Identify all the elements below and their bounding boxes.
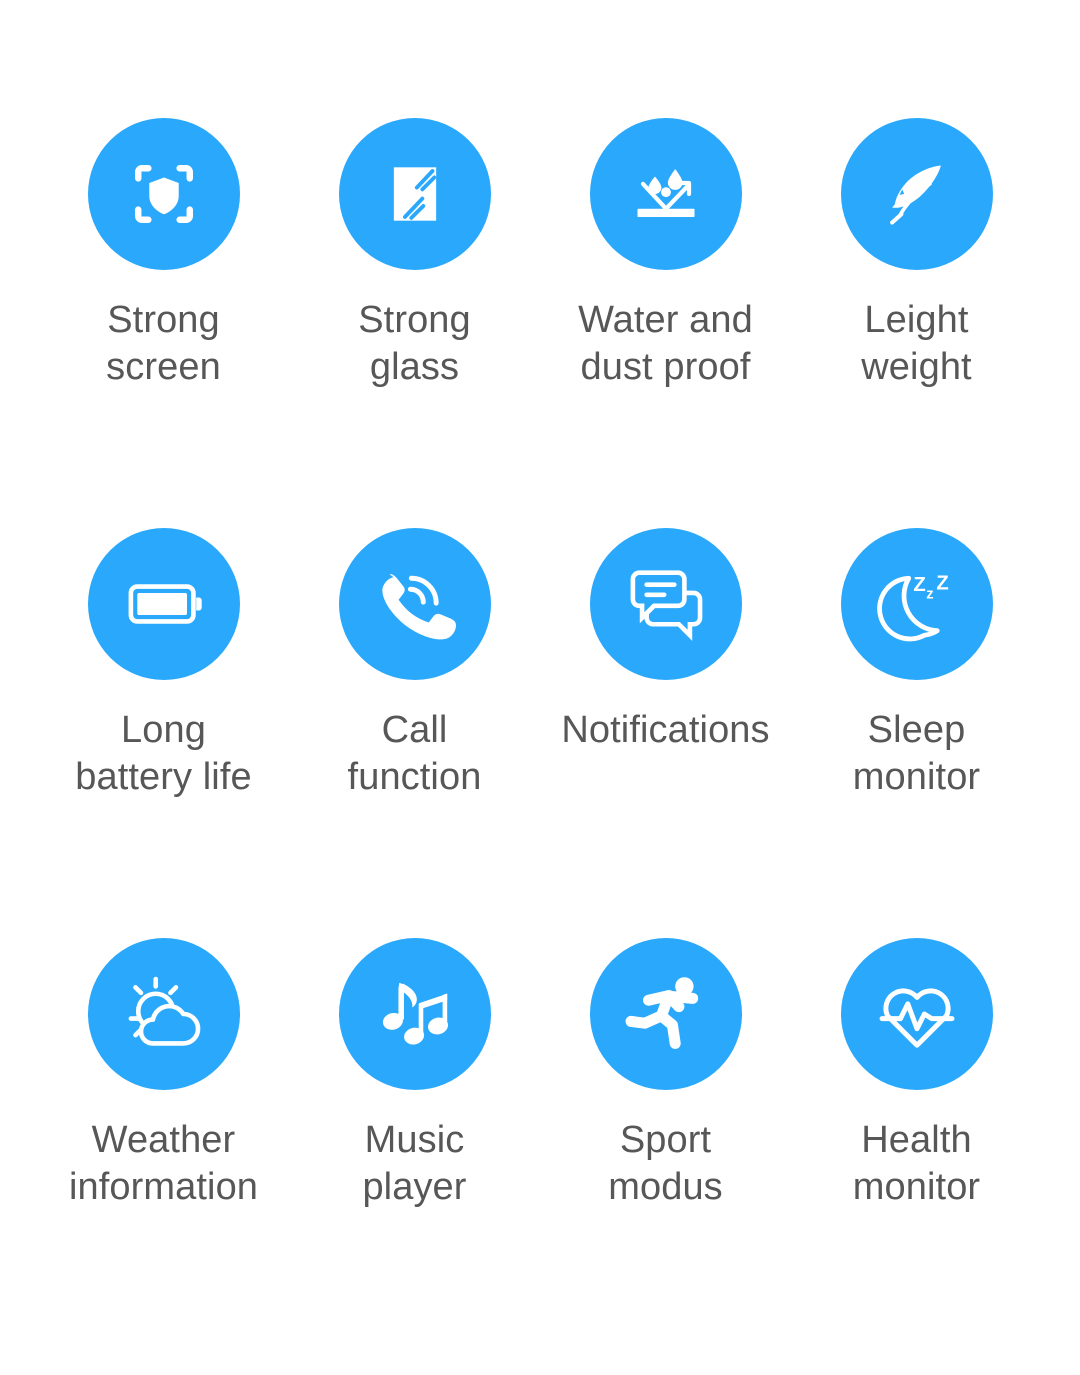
feature-item-music-player: Music player	[289, 938, 540, 1348]
feature-label: Health monitor	[852, 1119, 981, 1208]
icon-badge	[338, 118, 491, 270]
feature-item-call-function: Call function	[289, 528, 540, 938]
feature-label: Weather information	[68, 1119, 259, 1208]
svg-text:Z: Z	[913, 574, 925, 596]
glass-pane-icon	[393, 167, 436, 221]
heart-pulse-icon	[879, 988, 954, 1048]
icon-badge	[87, 118, 240, 270]
icon-badge	[840, 938, 993, 1090]
feature-label: Sleep monitor	[852, 709, 981, 798]
feature-item-notifications: Notifications	[540, 528, 791, 938]
sun-cloud-icon	[128, 976, 200, 1046]
feature-label: Notifications	[561, 709, 770, 751]
battery-icon	[128, 584, 202, 624]
feature-item-sport-modus: Sport modus	[540, 938, 791, 1348]
icon-badge	[338, 938, 491, 1090]
icon-badge	[589, 118, 742, 270]
feature-item-strong-screen: Strong screen	[38, 118, 289, 528]
feature-item-health-monitor: Health monitor	[791, 938, 1042, 1348]
svg-text:Z: Z	[936, 572, 948, 594]
icon-badge	[840, 118, 993, 270]
phone-call-icon	[381, 574, 456, 640]
feature-label: Water and dust proof	[578, 299, 753, 388]
feature-grid: Strong screen Strong glass Water and dus…	[0, 0, 1080, 1375]
feature-label: Strong screen	[106, 299, 221, 388]
feature-label: Sport modus	[608, 1119, 723, 1208]
feature-label: Music player	[362, 1119, 467, 1208]
chat-bubbles-icon	[630, 570, 702, 641]
feature-label: Long battery life	[75, 709, 252, 798]
icon-badge	[338, 528, 491, 680]
feature-label: Leight weight	[861, 299, 972, 388]
icon-badge	[87, 938, 240, 1090]
running-person-icon	[625, 977, 698, 1049]
feature-item-water-dust-proof: Water and dust proof	[540, 118, 791, 528]
icon-badge	[589, 528, 742, 680]
screen-shield-icon	[134, 165, 193, 223]
moon-zzz-icon: Z z Z	[876, 572, 948, 642]
icon-badge	[87, 528, 240, 680]
feature-item-strong-glass: Strong glass	[289, 118, 540, 528]
feature-item-weather-information: Weather information	[38, 938, 289, 1348]
feature-item-battery-life: Long battery life	[38, 528, 289, 938]
feature-item-sleep-monitor: Z z Z Sleep monitor	[791, 528, 1042, 938]
music-notes-icon	[382, 982, 448, 1045]
feature-label: Call function	[347, 709, 482, 798]
feature-item-light-weight: Leight weight	[791, 118, 1042, 528]
svg-text:z: z	[926, 586, 933, 602]
feature-label: Strong glass	[358, 299, 471, 388]
icon-badge: Z z Z	[840, 528, 993, 680]
icon-badge	[589, 938, 742, 1090]
water-repellent-icon	[636, 169, 695, 217]
feather-icon	[889, 165, 941, 225]
